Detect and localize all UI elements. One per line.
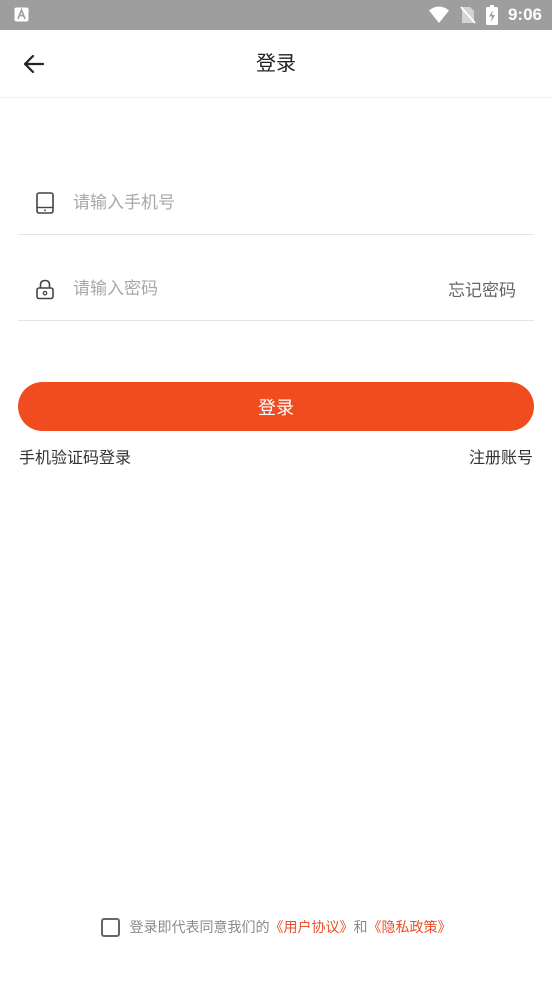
register-link[interactable]: 注册账号 <box>469 444 533 468</box>
agreement-row: 登录即代表同意我们的 《用户协议》 和 《隐私政策》 <box>0 914 552 940</box>
agreement-checkbox[interactable] <box>100 917 120 937</box>
arrow-left-icon <box>23 54 45 74</box>
battery-charging-icon <box>485 5 498 25</box>
privacy-policy-link[interactable]: 《隐私政策》 <box>368 917 452 937</box>
login-button[interactable]: 登录 <box>18 382 534 431</box>
user-agreement-link[interactable]: 《用户协议》 <box>270 917 354 937</box>
wifi-icon <box>428 6 449 23</box>
back-button[interactable] <box>14 46 54 82</box>
phone-input[interactable] <box>73 186 403 220</box>
phone-input-row <box>18 172 534 235</box>
agreement-prefix: 登录即代表同意我们的 <box>129 920 270 936</box>
password-input-row: 忘记密码 <box>18 258 534 321</box>
password-input[interactable] <box>73 272 403 306</box>
sms-login-link[interactable]: 手机验证码登录 <box>19 444 131 468</box>
status-icons: 9:06 <box>428 0 542 30</box>
agreement-conjunction: 和 <box>353 920 368 936</box>
forgot-password-link[interactable]: 忘记密码 <box>448 276 516 301</box>
no-sim-icon <box>460 6 476 24</box>
phone-icon <box>36 192 54 214</box>
page-title: 登录 <box>256 51 296 75</box>
app-notification-icon <box>14 7 29 22</box>
status-time: 9:06 <box>507 5 542 24</box>
status-bar: 9:06 <box>0 0 552 30</box>
app-header: 登录 <box>0 30 552 98</box>
lock-icon <box>36 279 54 300</box>
